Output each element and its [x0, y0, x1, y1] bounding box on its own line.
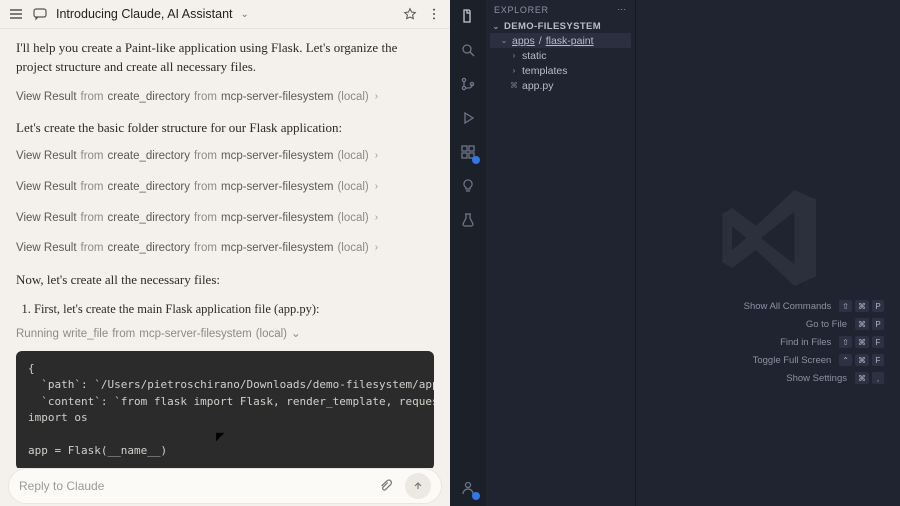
explorer-sidebar: EXPLORER ⋯ ⌄ DEMO-FILESYSTEM ⌄ apps/flas…: [486, 0, 636, 506]
assistant-message: I'll help you create a Paint-like applic…: [16, 39, 434, 77]
shortcut-row: Show All Commands ⇧⌘P: [744, 300, 884, 312]
conversation-scroll[interactable]: I'll help you create a Paint-like applic…: [0, 29, 450, 468]
file-tree: ⌄ DEMO-FILESYSTEM ⌄ apps/flask-paint › s…: [486, 19, 635, 93]
run-debug-icon[interactable]: [458, 108, 478, 128]
chat-icon: [32, 6, 48, 22]
tree-folder-templates[interactable]: › templates: [490, 63, 631, 78]
explorer-icon[interactable]: [458, 6, 478, 26]
code-block: { `path`: `/Users/pietroschirano/Downloa…: [16, 351, 434, 468]
source-control-icon[interactable]: [458, 74, 478, 94]
tree-folder-static[interactable]: › static: [490, 48, 631, 63]
attach-icon[interactable]: [375, 475, 397, 497]
chevron-right-icon: ›: [375, 90, 378, 105]
ordered-list: First, let's create the main Flask appli…: [34, 300, 434, 318]
star-icon[interactable]: [402, 6, 418, 22]
tree-root[interactable]: ⌄ DEMO-FILESYSTEM: [490, 19, 631, 33]
tool-running-row[interactable]: Running write_file from mcp-server-files…: [16, 326, 434, 343]
chevron-down-icon: ⌄: [500, 36, 508, 45]
chevron-right-icon: ›: [375, 180, 378, 195]
kebab-icon[interactable]: [426, 6, 442, 22]
explorer-header: EXPLORER ⋯: [486, 0, 635, 19]
chevron-right-icon: ›: [510, 66, 518, 75]
badge: [472, 156, 480, 164]
explorer-title: EXPLORER: [494, 5, 549, 15]
reply-placeholder: Reply to Claude: [19, 479, 367, 493]
chevron-down-icon: ⌄: [291, 326, 301, 343]
editor-area: Show All Commands ⇧⌘P Go to File ⌘P Find…: [636, 0, 900, 506]
shortcut-row: Toggle Full Screen ⌃⌘F: [753, 354, 884, 366]
tool-result-row[interactable]: View Result from create_directory from m…: [16, 148, 434, 165]
file-icon: ⌘: [510, 81, 518, 90]
tool-result-row[interactable]: View Result from create_directory from m…: [16, 89, 434, 106]
welcome-shortcuts: Show All Commands ⇧⌘P Go to File ⌘P Find…: [744, 300, 884, 384]
hamburger-icon[interactable]: [8, 6, 24, 22]
tool-result-row[interactable]: View Result from create_directory from m…: [16, 210, 434, 227]
chevron-down-icon[interactable]: ⌄: [241, 9, 249, 20]
activity-bar: [450, 0, 486, 506]
chevron-right-icon: ›: [375, 211, 378, 226]
lightbulb-icon[interactable]: [458, 176, 478, 196]
send-button[interactable]: [405, 473, 431, 499]
assistant-message: Now, let's create all the necessary file…: [16, 271, 434, 290]
extensions-icon[interactable]: [458, 142, 478, 162]
result-prefix: View Result: [16, 89, 77, 106]
vscode-panel: EXPLORER ⋯ ⌄ DEMO-FILESYSTEM ⌄ apps/flas…: [450, 0, 900, 506]
tree-file-app-py[interactable]: ⌘ app.py: [490, 78, 631, 93]
account-icon[interactable]: [458, 478, 478, 498]
reply-input[interactable]: Reply to Claude: [8, 468, 442, 504]
chevron-right-icon: ›: [510, 51, 518, 60]
testing-icon[interactable]: [458, 210, 478, 230]
chevron-down-icon: ⌄: [492, 22, 500, 31]
assistant-message: Let's create the basic folder structure …: [16, 119, 434, 138]
shortcut-row: Find in Files ⇧⌘F: [780, 336, 884, 348]
chat-title[interactable]: Introducing Claude, AI Assistant: [56, 7, 233, 21]
chat-header: Introducing Claude, AI Assistant ⌄: [0, 0, 450, 29]
tool-result-row[interactable]: View Result from create_directory from m…: [16, 240, 434, 257]
more-icon[interactable]: ⋯: [617, 4, 627, 15]
tree-folder-apps[interactable]: ⌄ apps/flask-paint: [490, 33, 631, 48]
list-item: First, let's create the main Flask appli…: [34, 300, 434, 318]
search-icon[interactable]: [458, 40, 478, 60]
vscode-logo-icon: [708, 178, 828, 298]
tool-result-row[interactable]: View Result from create_directory from m…: [16, 179, 434, 196]
shortcut-row: Show Settings ⌘,: [786, 372, 884, 384]
chevron-right-icon: ›: [375, 149, 378, 164]
chevron-right-icon: ›: [375, 241, 378, 256]
badge: [472, 492, 480, 500]
shortcut-row: Go to File ⌘P: [806, 318, 884, 330]
chat-panel: Introducing Claude, AI Assistant ⌄ I'll …: [0, 0, 450, 506]
